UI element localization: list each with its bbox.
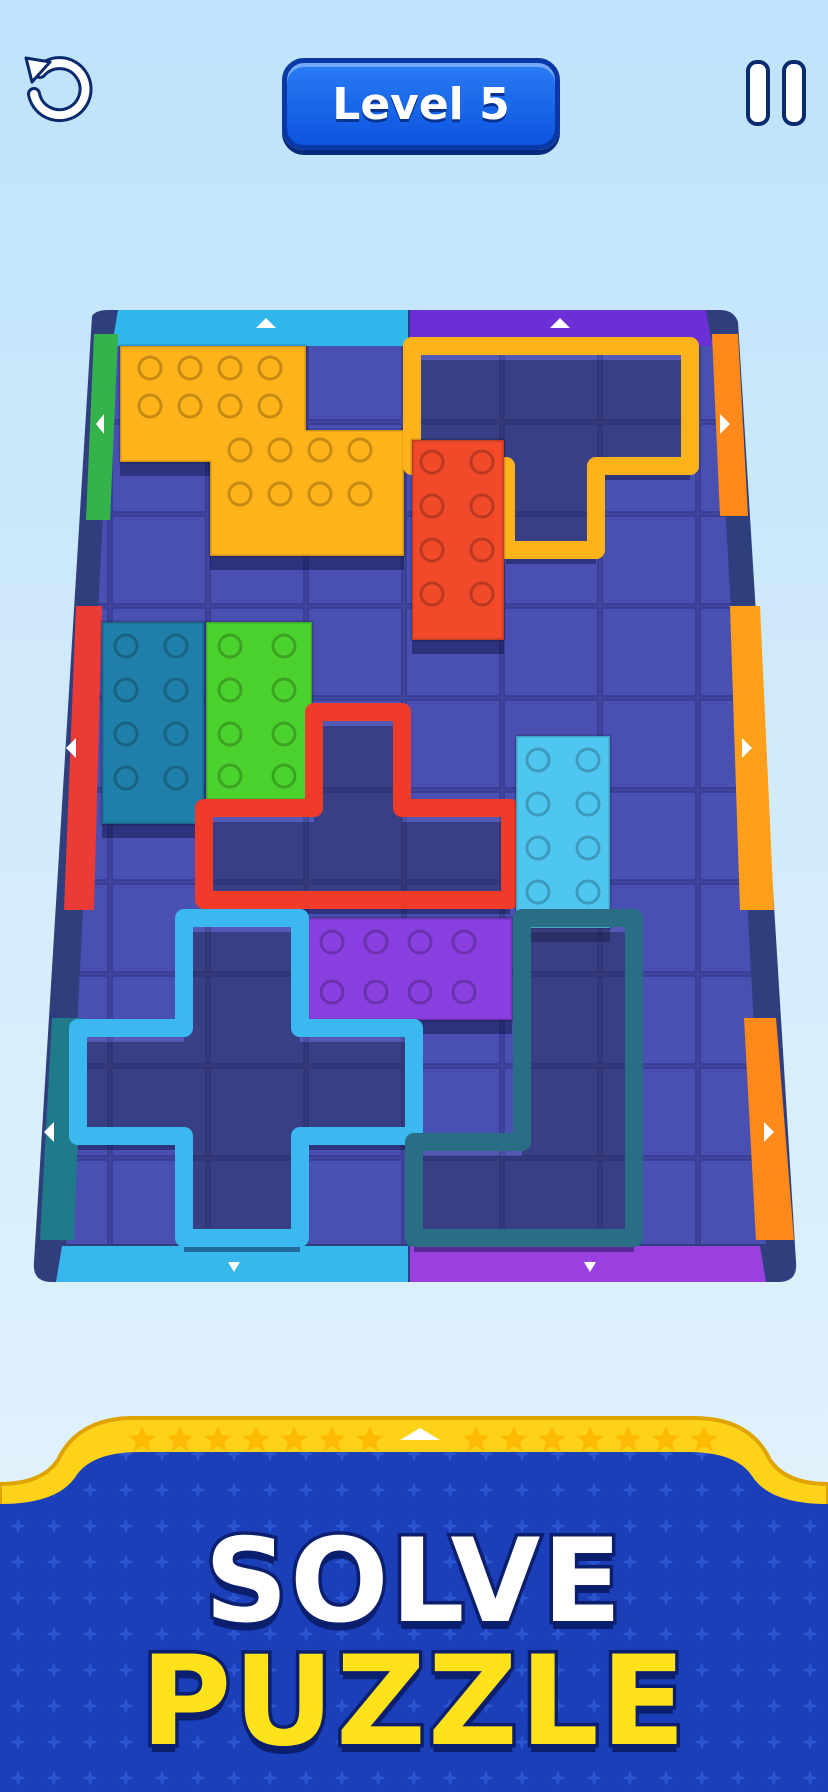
block-stud [217, 721, 243, 747]
title-puzzle: PUZZLE [137, 1630, 689, 1774]
block-stud [217, 633, 243, 659]
block-stud [319, 979, 345, 1005]
block-stud [163, 677, 189, 703]
block-stud [227, 437, 253, 463]
block-stud [217, 763, 243, 789]
block-stud [227, 481, 253, 507]
block-stud [407, 929, 433, 955]
block-stud [267, 437, 293, 463]
block-stud [419, 537, 445, 563]
block-stud [271, 763, 297, 789]
block-stud [163, 633, 189, 659]
puzzle-board [33, 310, 797, 1282]
block-stud [363, 929, 389, 955]
block-stud [525, 791, 551, 817]
block-stud [347, 437, 373, 463]
block-stud [525, 879, 551, 905]
block-stud [525, 835, 551, 861]
block-stud [307, 481, 333, 507]
block-stud [575, 791, 601, 817]
red-bar-block[interactable] [410, 438, 506, 654]
block-stud [575, 835, 601, 861]
block-stud [177, 355, 203, 381]
green-bar-block[interactable] [204, 620, 314, 814]
block-stud [451, 979, 477, 1005]
teal-bar-block[interactable] [100, 620, 206, 838]
block-stud [217, 355, 243, 381]
block-stud [137, 355, 163, 381]
block-stud [267, 481, 293, 507]
block-stud [363, 979, 389, 1005]
block-stud [113, 721, 139, 747]
title-solve: SOLVE [201, 1514, 625, 1649]
block-stud [163, 765, 189, 791]
block-stud [451, 929, 477, 955]
block-stud [469, 449, 495, 475]
block-stud [257, 393, 283, 419]
block-stud [347, 481, 373, 507]
block-stud [113, 633, 139, 659]
block-stud [419, 581, 445, 607]
block-stud [271, 721, 297, 747]
block-stud [469, 537, 495, 563]
block-stud [407, 979, 433, 1005]
block-stud [419, 493, 445, 519]
block-stud [177, 393, 203, 419]
block-stud [217, 677, 243, 703]
purple-bar-block[interactable] [306, 916, 514, 1034]
block-stud [163, 721, 189, 747]
block-stud [113, 677, 139, 703]
block-stud [307, 437, 333, 463]
block-stud [525, 747, 551, 773]
block-stud [319, 929, 345, 955]
block-stud [575, 879, 601, 905]
block-stud [469, 581, 495, 607]
block-stud [257, 355, 283, 381]
block-stud [217, 393, 243, 419]
block-stud [419, 449, 445, 475]
gate-top-cyan[interactable] [112, 310, 408, 346]
block-stud [271, 677, 297, 703]
block-stud [271, 633, 297, 659]
block-stud [137, 393, 163, 419]
block-stud [113, 765, 139, 791]
block-stud [469, 493, 495, 519]
block-stud [575, 747, 601, 773]
